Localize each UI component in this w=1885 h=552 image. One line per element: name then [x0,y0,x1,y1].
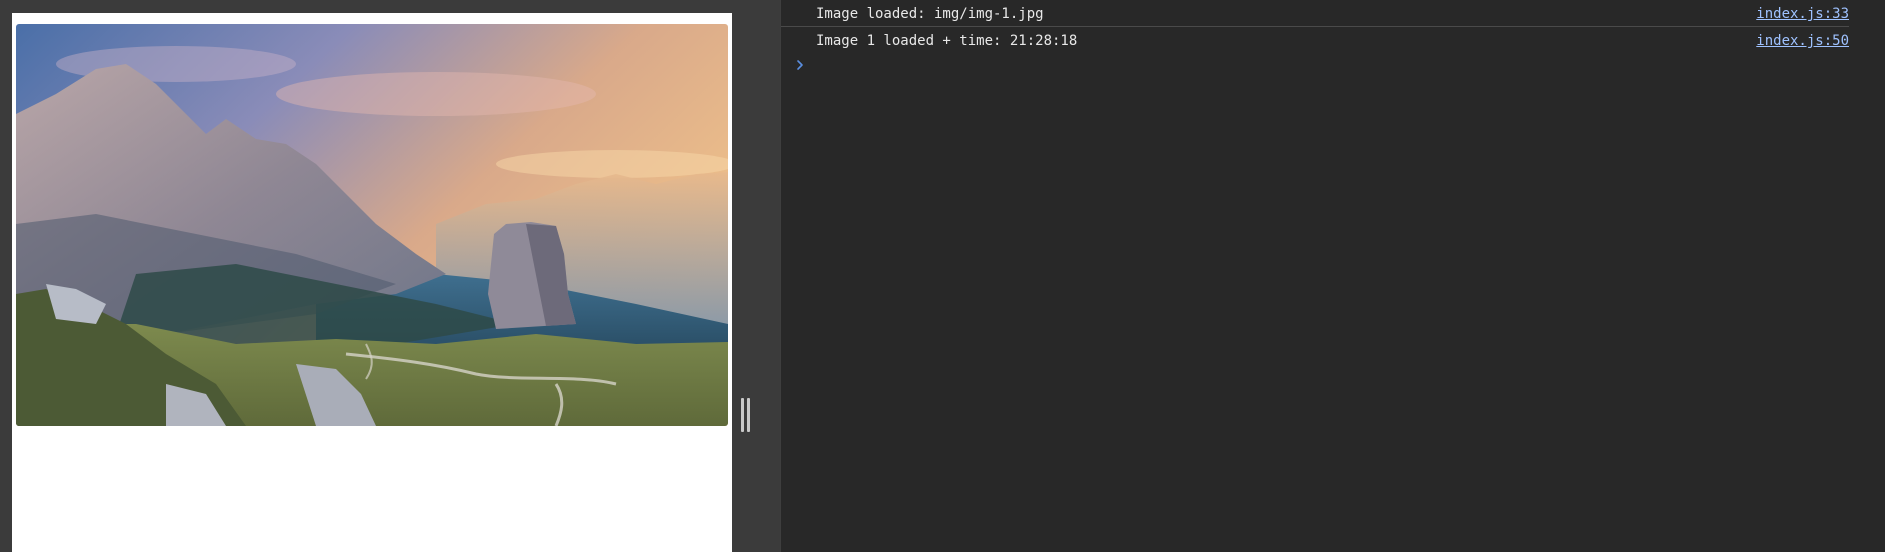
console-log-source-link[interactable]: index.js:50 [1756,33,1849,49]
console-log-message: Image 1 loaded + time: 21:28:18 [816,33,1078,49]
console-panel: Image loaded: img/img-1.jpg index.js:33 … [780,0,1885,552]
resize-grip-line [746,398,750,432]
console-input[interactable] [816,56,1849,76]
console-log-row: Image 1 loaded + time: 21:28:18 index.js… [781,27,1849,53]
console-log-message: Image loaded: img/img-1.jpg [816,6,1044,22]
resize-grip-line [740,398,744,432]
chevron-right-icon [793,58,807,72]
page-viewport [12,13,732,552]
panel-gutter [756,13,780,552]
landscape-image[interactable] [16,24,728,426]
devtools-window: Image loaded: img/img-1.jpg index.js:33 … [0,0,1885,552]
console-log-source-link[interactable]: index.js:33 [1756,6,1849,22]
console-log-row: Image loaded: img/img-1.jpg index.js:33 [781,0,1849,27]
panel-resize-handle[interactable] [740,398,750,432]
viewport-scrollbar-area [732,13,756,552]
landscape-image-graphic [16,24,728,426]
